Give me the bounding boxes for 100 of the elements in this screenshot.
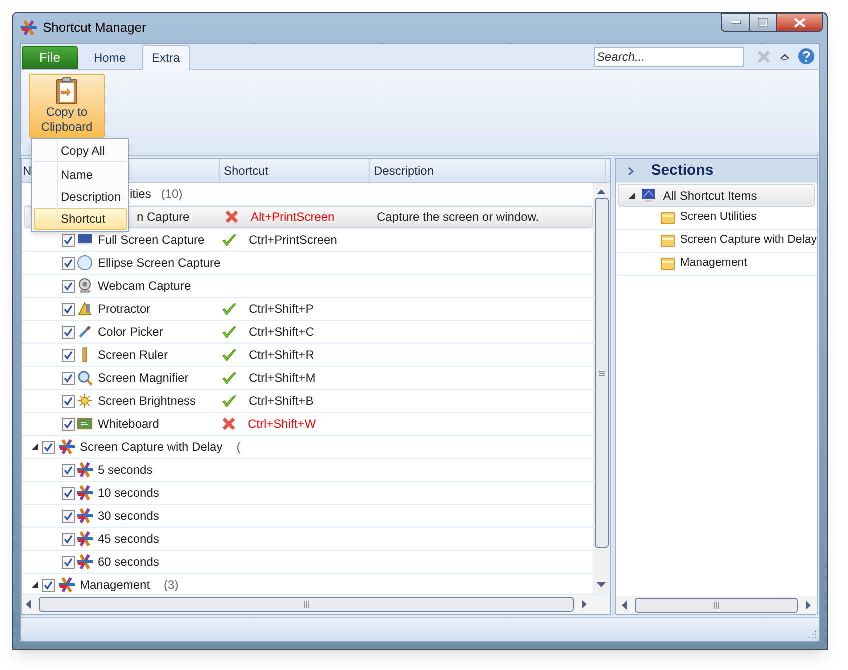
app-icon — [21, 20, 37, 36]
shortcut-text: Ctrl+Shift+W — [248, 416, 316, 433]
shortcut-text: Ctrl+Shift+B — [249, 393, 314, 410]
chevron-up-icon[interactable] — [780, 52, 790, 60]
item-name: Whiteboard — [98, 416, 160, 433]
scroll-up-icon[interactable] — [597, 189, 606, 195]
description-text: Capture the screen or window. — [377, 209, 540, 226]
ribbon-tab[interactable]: Extra — [142, 45, 190, 70]
item-name: n Capture — [137, 209, 190, 226]
checkbox[interactable] — [62, 302, 75, 316]
grip-icon — [304, 601, 310, 608]
column-header[interactable]: Description — [374, 162, 434, 180]
tree-item[interactable]: All Shortcut Items — [618, 184, 815, 207]
checkbox[interactable] — [62, 280, 75, 292]
item-name: Screen Brightness — [98, 393, 196, 410]
scroll-left-icon[interactable] — [622, 600, 628, 610]
sun-icon — [77, 393, 93, 409]
grip-icon — [714, 602, 720, 608]
item-name: 45 seconds — [98, 531, 160, 548]
checkbox[interactable] — [42, 440, 55, 454]
item-name: 5 seconds — [98, 462, 153, 479]
checkbox[interactable] — [62, 418, 75, 430]
checkbox[interactable] — [62, 486, 75, 500]
item-name: Color Picker — [98, 324, 164, 341]
checkbox[interactable] — [62, 532, 75, 546]
chevron-right-icon[interactable] — [628, 166, 634, 176]
resize-grip-icon[interactable] — [808, 630, 817, 639]
shortcut-text: Ctrl+Shift+R — [249, 347, 314, 364]
checkbox[interactable] — [42, 578, 55, 592]
item-name: 10 seconds — [98, 485, 160, 502]
scroll-down-icon[interactable] — [597, 582, 606, 588]
expand-toggle-icon[interactable] — [32, 582, 38, 588]
shortcut-text: Ctrl+Shift+M — [249, 370, 316, 387]
monitor-icon — [641, 188, 658, 204]
horizontal-scrollbar[interactable] — [616, 596, 817, 614]
checkbox[interactable] — [62, 256, 75, 270]
checkbox[interactable] — [62, 394, 75, 408]
tree-item[interactable]: Management — [616, 253, 817, 276]
grip-icon — [598, 370, 605, 376]
group-label: Screen Capture with Delay — [80, 439, 223, 456]
item-name: Full Screen Capture — [98, 232, 205, 249]
checkbox[interactable] — [62, 348, 75, 362]
window-title: Shortcut Manager — [43, 19, 146, 38]
minimize-icon — [730, 20, 740, 24]
copy-to-clipboard-button[interactable]: Copy to Clipboard — [29, 74, 105, 138]
expand-toggle-icon[interactable] — [629, 192, 636, 198]
pinwheel-icon — [77, 531, 93, 547]
pinwheel-icon — [59, 439, 75, 455]
group-label: Management — [80, 577, 150, 594]
minimize-button[interactable] — [721, 13, 750, 32]
pinwheel-icon — [77, 554, 93, 570]
column-header[interactable]: N — [23, 162, 32, 180]
checkbox[interactable] — [62, 556, 75, 568]
pinwheel-icon — [77, 485, 93, 501]
checkbox[interactable] — [62, 464, 75, 476]
item-name: Ellipse Screen Capture — [98, 255, 221, 272]
column-header[interactable]: Shortcut — [224, 162, 269, 180]
protractor-icon — [77, 301, 93, 317]
monitor-icon — [77, 232, 93, 248]
shortcut-text: Alt+PrintScreen — [251, 209, 335, 226]
item-name: Screen Ruler — [98, 347, 168, 364]
shortcut-text: Ctrl+Shift+P — [249, 301, 314, 318]
shortcut-text: Ctrl+Shift+C — [249, 324, 314, 341]
shortcut-text: Ctrl+PrintScreen — [249, 232, 338, 249]
help-icon[interactable] — [798, 48, 815, 65]
pinwheel-icon — [77, 462, 93, 478]
checkbox[interactable] — [62, 510, 75, 522]
tree-item[interactable]: Screen Utilities — [616, 207, 817, 230]
vertical-scrollbar[interactable] — [593, 183, 610, 594]
scroll-left-icon[interactable] — [26, 600, 31, 609]
expand-toggle-icon[interactable] — [32, 444, 38, 450]
ribbon-tab[interactable]: Home — [78, 46, 142, 69]
panel-title: Sections — [651, 160, 714, 181]
group-label: ities — [130, 186, 152, 203]
scroll-right-icon[interactable] — [582, 600, 588, 609]
tree-item[interactable]: Screen Capture with Delay — [616, 230, 817, 253]
scroll-right-icon[interactable] — [806, 600, 811, 610]
chalkboard-icon — [77, 416, 93, 432]
checkbox[interactable] — [62, 326, 75, 338]
file-tab[interactable]: File — [22, 46, 78, 69]
folder-icon — [661, 258, 676, 270]
item-name: Protractor — [98, 301, 151, 318]
checkbox[interactable] — [62, 234, 75, 246]
item-name: 30 seconds — [98, 508, 160, 525]
menu-item[interactable]: Name — [34, 164, 127, 186]
eyedropper-icon — [77, 324, 93, 340]
folder-icon — [661, 212, 676, 224]
menu-item[interactable]: Description — [34, 186, 127, 208]
magnifier-icon — [77, 370, 93, 386]
item-count: (10) — [161, 186, 183, 203]
search-field[interactable]: Search... — [594, 46, 744, 66]
close-button[interactable] — [777, 13, 823, 32]
pinwheel-icon — [77, 508, 93, 524]
menu-item[interactable]: Shortcut — [34, 208, 127, 230]
item-name: Screen Magnifier — [98, 370, 189, 387]
checkbox[interactable] — [62, 372, 75, 384]
item-count: (3) — [164, 577, 179, 594]
circle-icon — [77, 255, 93, 271]
webcam-icon — [77, 278, 93, 294]
maximize-button[interactable] — [750, 13, 777, 32]
